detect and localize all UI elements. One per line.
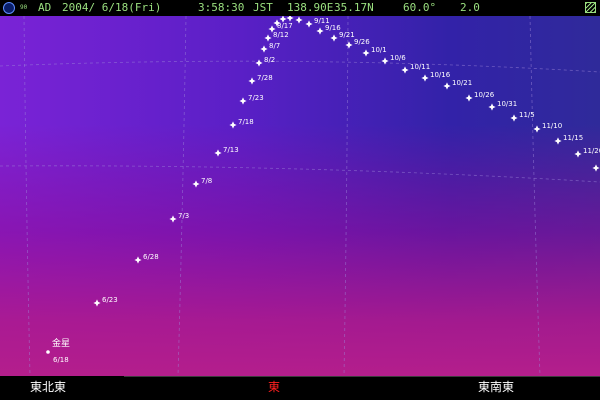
longitude-label: 138.90E xyxy=(287,1,334,14)
track-date-label: 10/6 xyxy=(390,54,406,62)
venus-position-marker xyxy=(46,350,50,354)
track-point-marker xyxy=(574,150,582,158)
track-date-label: 10/21 xyxy=(452,79,472,87)
track-point-marker xyxy=(295,16,303,24)
track-date-label: 10/11 xyxy=(410,63,430,71)
track-point-marker xyxy=(248,77,256,85)
era-label: AD xyxy=(38,1,52,14)
grid-azimuth-line xyxy=(177,16,187,376)
track-point-marker xyxy=(93,299,101,307)
track-point-marker xyxy=(421,74,429,82)
track-point-marker xyxy=(533,125,541,133)
track-point-marker xyxy=(134,256,142,264)
date-label: 2004/ 6/18(Fri) xyxy=(62,1,162,14)
track-date-label: 8/7 xyxy=(269,42,280,50)
track-date-label: 10/1 xyxy=(371,46,387,54)
horizon-line xyxy=(124,376,600,377)
grid-azimuth-line xyxy=(343,16,349,376)
direction-label-ene: 東北東 xyxy=(30,380,67,394)
track-point-marker xyxy=(260,45,268,53)
track-date-label: 7/18 xyxy=(238,118,254,126)
planet-name-label: 金星 xyxy=(52,337,70,349)
track-date-label: 9/26 xyxy=(354,38,370,46)
track-date-label: 7/3 xyxy=(178,212,189,220)
track-point-marker xyxy=(239,97,247,105)
track-point-marker xyxy=(443,82,451,90)
grid-azimuth-line xyxy=(529,16,541,376)
track-point-marker xyxy=(264,34,272,42)
grid-azimuth-line xyxy=(23,16,31,376)
timezone-label: JST xyxy=(253,1,273,14)
track-point-marker xyxy=(465,94,473,102)
track-point-marker xyxy=(401,66,409,74)
track-date-label: 8/2 xyxy=(264,56,275,64)
track-point-marker xyxy=(192,180,200,188)
track-point-marker xyxy=(229,121,237,129)
sky-chart: 6/18 金星 6/23 6/28 7/3 7/8 7/13 7/18 7/23 7/28 8/2 8… xyxy=(0,16,600,376)
track-date-label: 6/23 xyxy=(102,296,118,304)
track-point-marker xyxy=(316,27,324,35)
sky-view[interactable]: 6/18 金星 6/23 6/28 7/3 7/8 7/13 7/18 7/23 7/28 8/2 8… xyxy=(0,16,600,376)
track-point-marker xyxy=(286,16,294,22)
track-date-label: 11/20 xyxy=(583,147,600,155)
track-date-label: 10/26 xyxy=(474,91,495,99)
globe-sub-label: 90 xyxy=(20,4,28,11)
track-point-marker xyxy=(330,34,338,42)
track-date-label: 6/28 xyxy=(143,253,159,261)
direction-label-east: 東 xyxy=(268,380,281,394)
track-point-marker xyxy=(305,20,313,28)
grid-altitude-line xyxy=(0,60,600,73)
globe-icon[interactable] xyxy=(3,2,15,14)
track-point-marker xyxy=(214,149,222,157)
direction-label-ese: 東南東 xyxy=(478,380,515,394)
track-point-marker xyxy=(381,57,389,65)
track-date-label: 11/10 xyxy=(542,122,562,130)
track-point-marker xyxy=(362,49,370,57)
coordinate-grid xyxy=(0,16,600,376)
grid-altitude-line xyxy=(0,165,600,183)
track-point-marker xyxy=(345,41,353,49)
time-label: 3:58:30 xyxy=(198,1,245,14)
track-date-label: 7/23 xyxy=(248,94,264,102)
track-date-label: 6/18 xyxy=(53,356,69,364)
field-of-view-label: 60.0° xyxy=(403,1,437,14)
track-date-label: 11/15 xyxy=(563,134,583,142)
latitude-label: 35.17N xyxy=(334,1,374,14)
track-date-label: 8/12 xyxy=(273,31,289,39)
track-point-marker xyxy=(510,114,518,122)
limiting-magnitude-label: 2.0 xyxy=(460,1,480,14)
horizon-bar: 東北東 東 東南東 xyxy=(0,376,600,400)
track-date-label: 10/31 xyxy=(497,100,517,108)
status-bar: 90 AD 2004/ 6/18(Fri) 3:58:30 JST 138.90… xyxy=(0,0,600,16)
hatched-square-icon[interactable] xyxy=(585,2,596,13)
track-date-label: 7/8 xyxy=(201,177,212,185)
track-point-marker xyxy=(488,103,496,111)
track-date-label: 11/5 xyxy=(519,111,535,119)
venus-track: 6/18 金星 6/23 6/28 7/3 7/8 7/13 7/18 7/23 7/28 8/2 8… xyxy=(46,16,600,364)
track-date-label: 10/16 xyxy=(430,71,451,79)
track-point-marker xyxy=(592,164,600,172)
track-date-label: 7/13 xyxy=(223,146,239,154)
track-point-marker xyxy=(169,215,177,223)
track-date-label: 9/21 xyxy=(339,31,355,39)
track-point-marker xyxy=(255,59,263,67)
track-point-marker xyxy=(554,137,562,145)
track-date-label: 7/28 xyxy=(257,74,273,82)
